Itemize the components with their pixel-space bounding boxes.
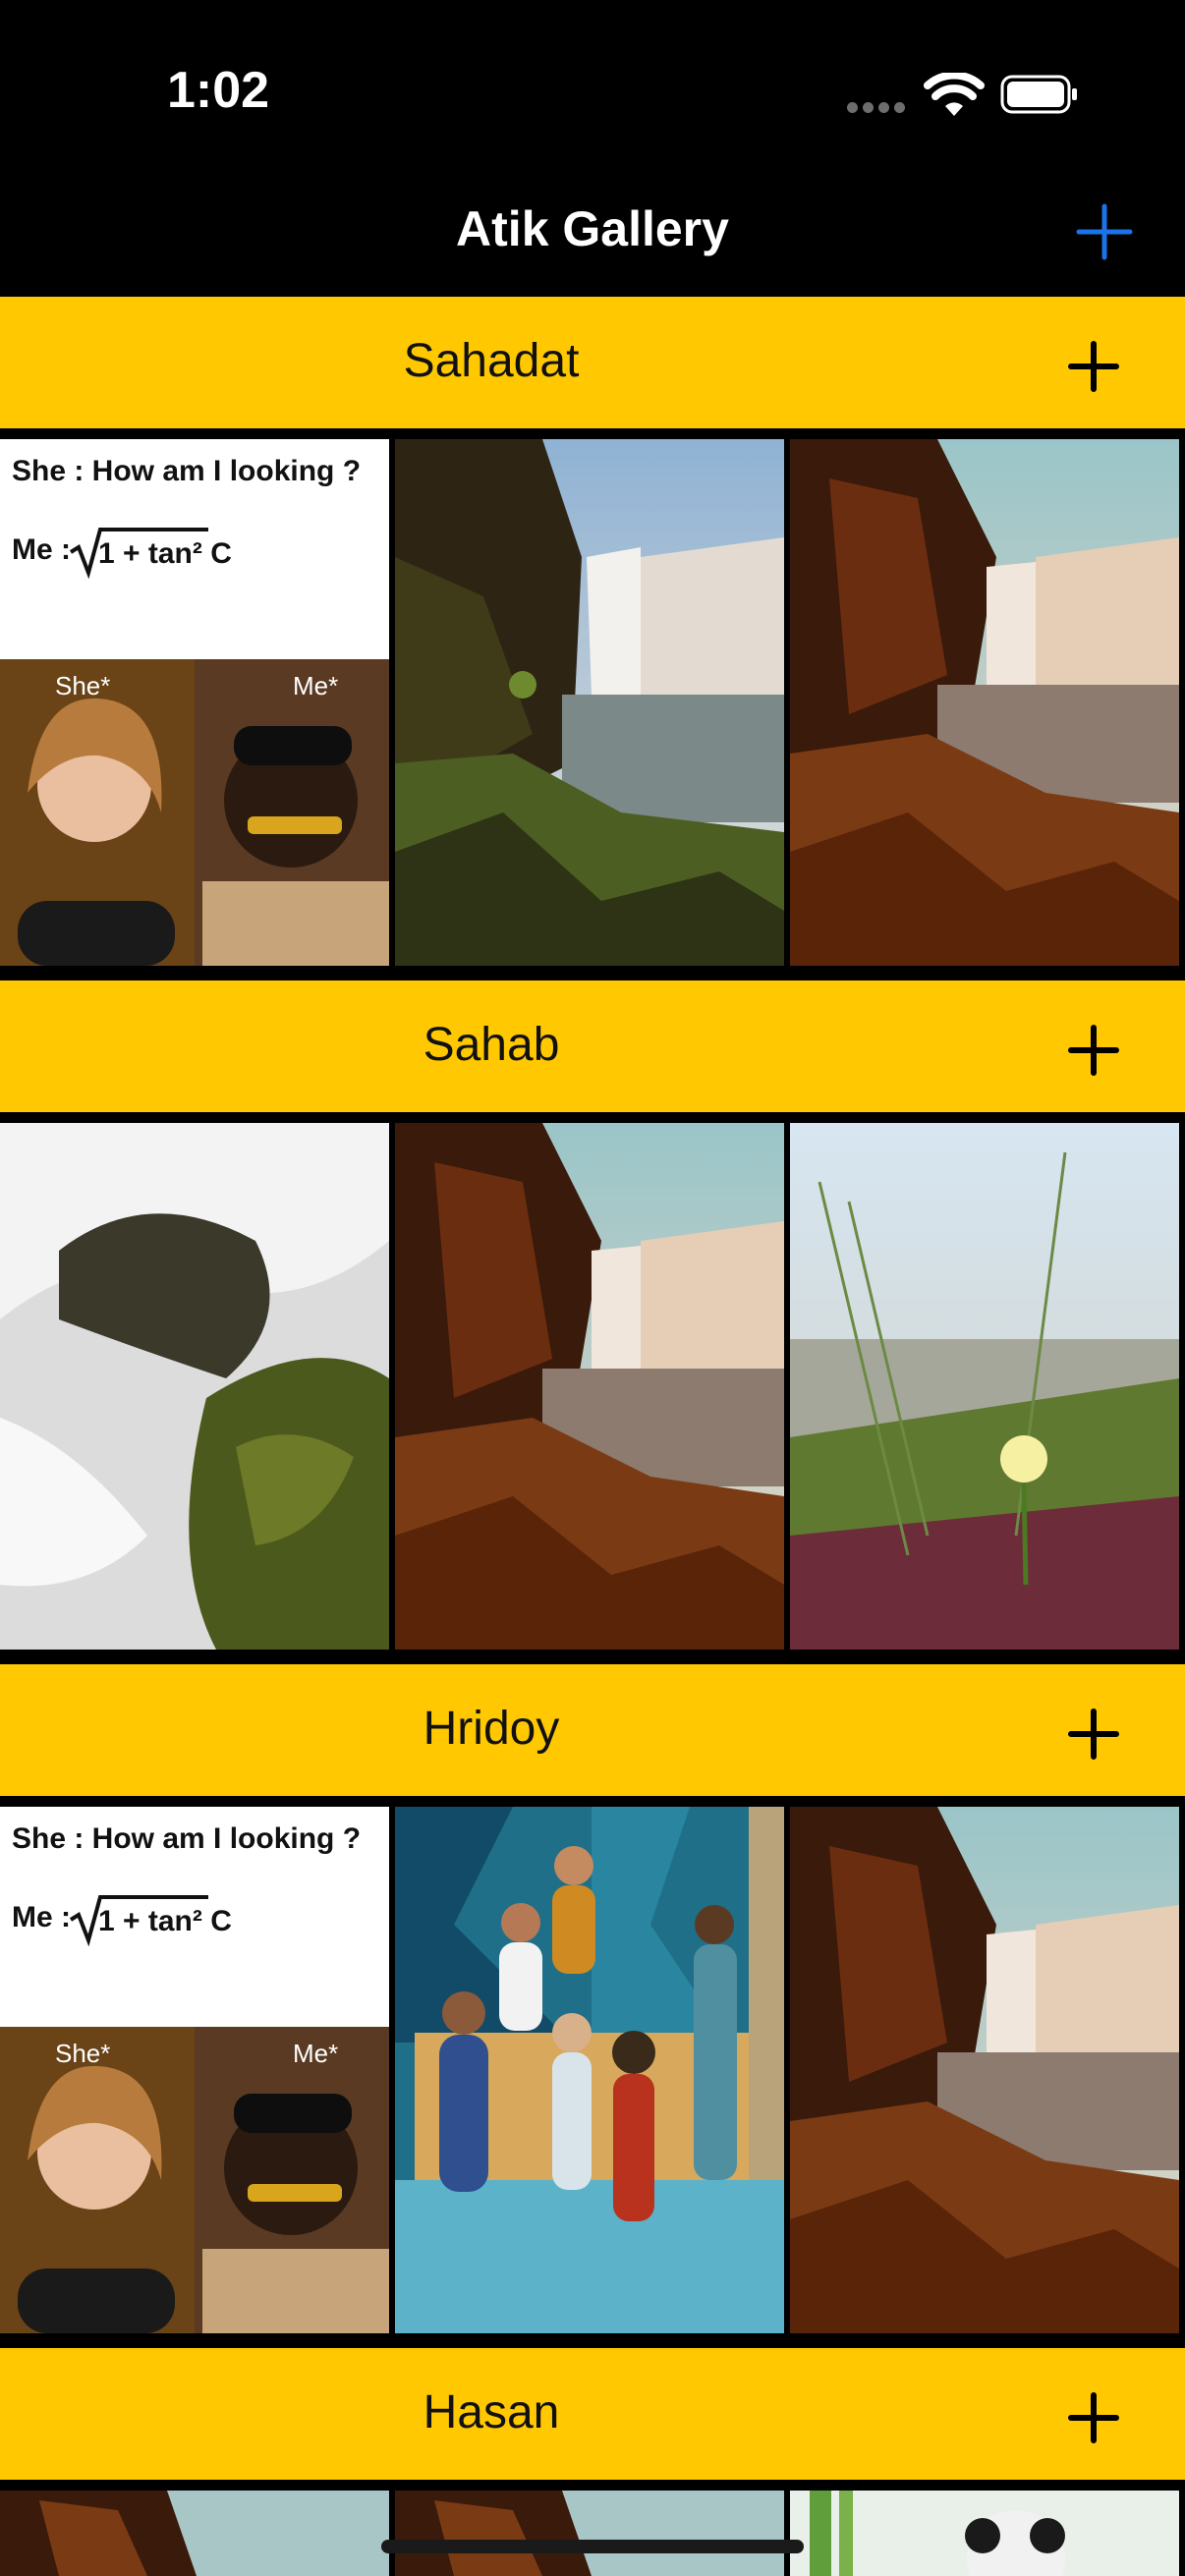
section-header-hridoy: Hridoy: [0, 1664, 1185, 1796]
meme-she-tag: She*: [55, 2039, 110, 2068]
status-time: 1:02: [167, 62, 270, 119]
meme-me-tag: Me*: [293, 671, 338, 700]
meme-text-line2: Me :: [12, 533, 71, 566]
meme-text-line1: She : How am I looking ?: [12, 455, 361, 487]
section-title: Hridoy: [423, 1703, 560, 1755]
section-header-hasan: Hasan: [0, 2348, 1185, 2480]
image-row: She : How am I looking ? Me : 1 + tan² C…: [0, 439, 1185, 966]
add-photo-button-sahab[interactable]: [1067, 1024, 1120, 1077]
photo-thumbnail[interactable]: [395, 439, 784, 966]
wifi-icon: [924, 73, 985, 116]
photo-thumbnail[interactable]: [395, 2491, 784, 2576]
meme-text-line2: Me :: [12, 1901, 71, 1933]
meme-formula: 1 + tan² C: [98, 537, 232, 570]
photo-thumbnail[interactable]: [790, 2491, 1179, 2576]
photo-thumbnail[interactable]: She : How am I looking ? Me : 1 + tan² C…: [0, 439, 389, 966]
plus-icon: [1068, 341, 1119, 392]
cellular-signal-icon: [847, 102, 906, 114]
home-indicator[interactable]: [381, 2540, 804, 2553]
section-header-sahadat: Sahadat: [0, 297, 1185, 428]
page-title: Atik Gallery: [456, 201, 729, 256]
section-title: Sahadat: [403, 335, 580, 387]
meme-text-line1: She : How am I looking ?: [12, 1822, 361, 1855]
add-album-button[interactable]: [1073, 200, 1136, 263]
meme-formula: 1 + tan² C: [98, 1905, 232, 1937]
photo-thumbnail[interactable]: [395, 1807, 784, 2333]
status-bar: 1:02 Atik Gallery: [0, 0, 1185, 260]
photo-thumbnail[interactable]: [395, 1123, 784, 1650]
photo-thumbnail[interactable]: [0, 1123, 389, 1650]
photo-thumbnail[interactable]: [790, 439, 1179, 966]
add-photo-button-hridoy[interactable]: [1067, 1708, 1120, 1761]
add-photo-button-sahadat[interactable]: [1067, 340, 1120, 393]
image-row: [0, 1123, 1185, 1650]
photo-thumbnail[interactable]: [0, 2491, 389, 2576]
plus-icon: [1068, 2392, 1119, 2443]
section-title: Hasan: [423, 2386, 560, 2438]
meme-she-tag: She*: [55, 671, 110, 700]
meme-me-tag: Me*: [293, 2039, 338, 2068]
photo-thumbnail[interactable]: She : How am I looking ? Me : 1 + tan² C…: [0, 1807, 389, 2333]
photo-thumbnail[interactable]: [790, 1807, 1179, 2333]
image-row: [0, 2491, 1185, 2576]
section-title: Sahab: [423, 1019, 560, 1071]
battery-icon: [1000, 75, 1077, 114]
plus-icon: [1068, 1025, 1119, 1076]
plus-icon: [1068, 1708, 1119, 1760]
add-photo-button-hasan[interactable]: [1067, 2391, 1120, 2444]
section-header-sahab: Sahab: [0, 980, 1185, 1112]
photo-thumbnail[interactable]: [790, 1123, 1179, 1650]
image-row: She : How am I looking ? Me : 1 + tan² C…: [0, 1807, 1185, 2333]
